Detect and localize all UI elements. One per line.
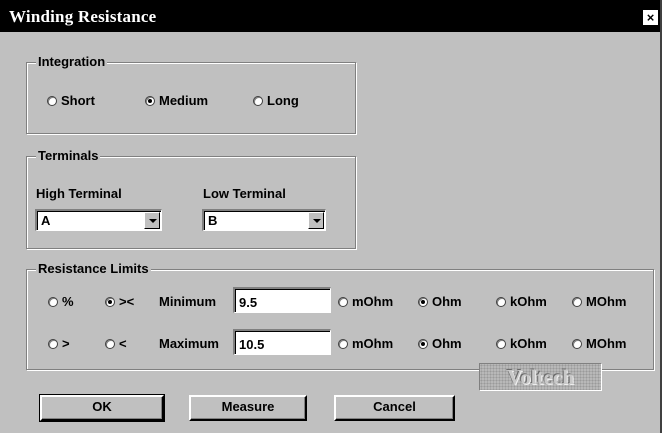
radio-label: kOhm [510, 294, 547, 309]
window-title: Winding Resistance [9, 7, 157, 26]
maximum-label: Maximum [159, 336, 219, 351]
radio-icon [572, 296, 582, 307]
mode-less-radio[interactable]: < [105, 336, 127, 351]
radio-icon [572, 338, 582, 349]
maximum-input[interactable] [233, 329, 331, 355]
low-terminal-select[interactable]: B [202, 209, 326, 231]
minimum-megaohm-radio[interactable]: MOhm [572, 294, 626, 309]
mode-greater-radio[interactable]: > [48, 336, 70, 351]
radio-icon [48, 338, 58, 349]
radio-label: MOhm [586, 294, 627, 309]
cancel-button[interactable]: Cancel [334, 395, 455, 421]
radio-selected-icon [418, 338, 428, 349]
low-terminal-label: Low Terminal [203, 186, 286, 201]
radio-label: mOhm [352, 294, 394, 309]
mode-percent-radio[interactable]: % [48, 294, 74, 309]
terminals-legend: Terminals [36, 148, 101, 163]
winding-resistance-dialog: Winding Resistance × Integration Short M… [0, 0, 662, 433]
measure-button[interactable]: Measure [189, 395, 307, 421]
minimum-input[interactable] [233, 287, 331, 313]
integration-short-radio[interactable]: Short [47, 93, 95, 108]
radio-selected-icon [418, 296, 428, 307]
radio-label: Ohm [432, 336, 462, 351]
high-terminal-label: High Terminal [36, 186, 122, 201]
radio-label: MOhm [586, 336, 627, 351]
radio-icon [253, 95, 263, 106]
ok-button[interactable]: OK [39, 394, 165, 422]
high-terminal-value: A [41, 213, 51, 228]
radio-label: Short [61, 93, 95, 108]
voltech-logo: Voltech [479, 363, 602, 391]
integration-legend: Integration [36, 54, 108, 69]
radio-icon [496, 296, 506, 307]
close-icon[interactable]: × [643, 10, 658, 25]
maximum-ohm-radio[interactable]: Ohm [418, 336, 462, 351]
terminals-group: Terminals High Terminal A Low Terminal B [26, 148, 356, 249]
integration-group: Integration Short Medium Long [26, 54, 356, 134]
title-bar[interactable]: Winding Resistance × [0, 0, 660, 32]
radio-icon [338, 296, 348, 307]
chevron-down-icon[interactable] [308, 212, 324, 229]
radio-label: % [62, 294, 74, 309]
resistance-limits-group: Resistance Limits % >< Minimum mOhm Ohm [26, 261, 654, 370]
radio-label: Ohm [432, 294, 462, 309]
radio-selected-icon [105, 296, 115, 307]
low-terminal-value: B [208, 213, 218, 228]
maximum-kohm-radio[interactable]: kOhm [496, 336, 547, 351]
integration-long-radio[interactable]: Long [253, 93, 299, 108]
integration-medium-radio[interactable]: Medium [145, 93, 208, 108]
radio-icon [48, 296, 58, 307]
minimum-kohm-radio[interactable]: kOhm [496, 294, 547, 309]
maximum-mohm-radio[interactable]: mOhm [338, 336, 393, 351]
chevron-down-icon[interactable] [144, 212, 160, 229]
radio-label: mOhm [352, 336, 394, 351]
radio-label: >< [119, 294, 135, 309]
mode-between-radio[interactable]: >< [105, 294, 134, 309]
radio-label: kOhm [510, 336, 547, 351]
radio-label: Medium [159, 93, 209, 108]
radio-label: < [119, 336, 127, 351]
radio-selected-icon [145, 95, 155, 106]
resistance-limits-legend: Resistance Limits [36, 261, 151, 276]
minimum-label: Minimum [159, 294, 217, 309]
radio-icon [47, 95, 57, 106]
minimum-mohm-radio[interactable]: mOhm [338, 294, 393, 309]
minimum-ohm-radio[interactable]: Ohm [418, 294, 462, 309]
radio-icon [105, 338, 115, 349]
radio-label: > [62, 336, 70, 351]
high-terminal-select[interactable]: A [35, 209, 162, 231]
radio-icon [496, 338, 506, 349]
maximum-megaohm-radio[interactable]: MOhm [572, 336, 626, 351]
radio-label: Long [267, 93, 299, 108]
radio-icon [338, 338, 348, 349]
